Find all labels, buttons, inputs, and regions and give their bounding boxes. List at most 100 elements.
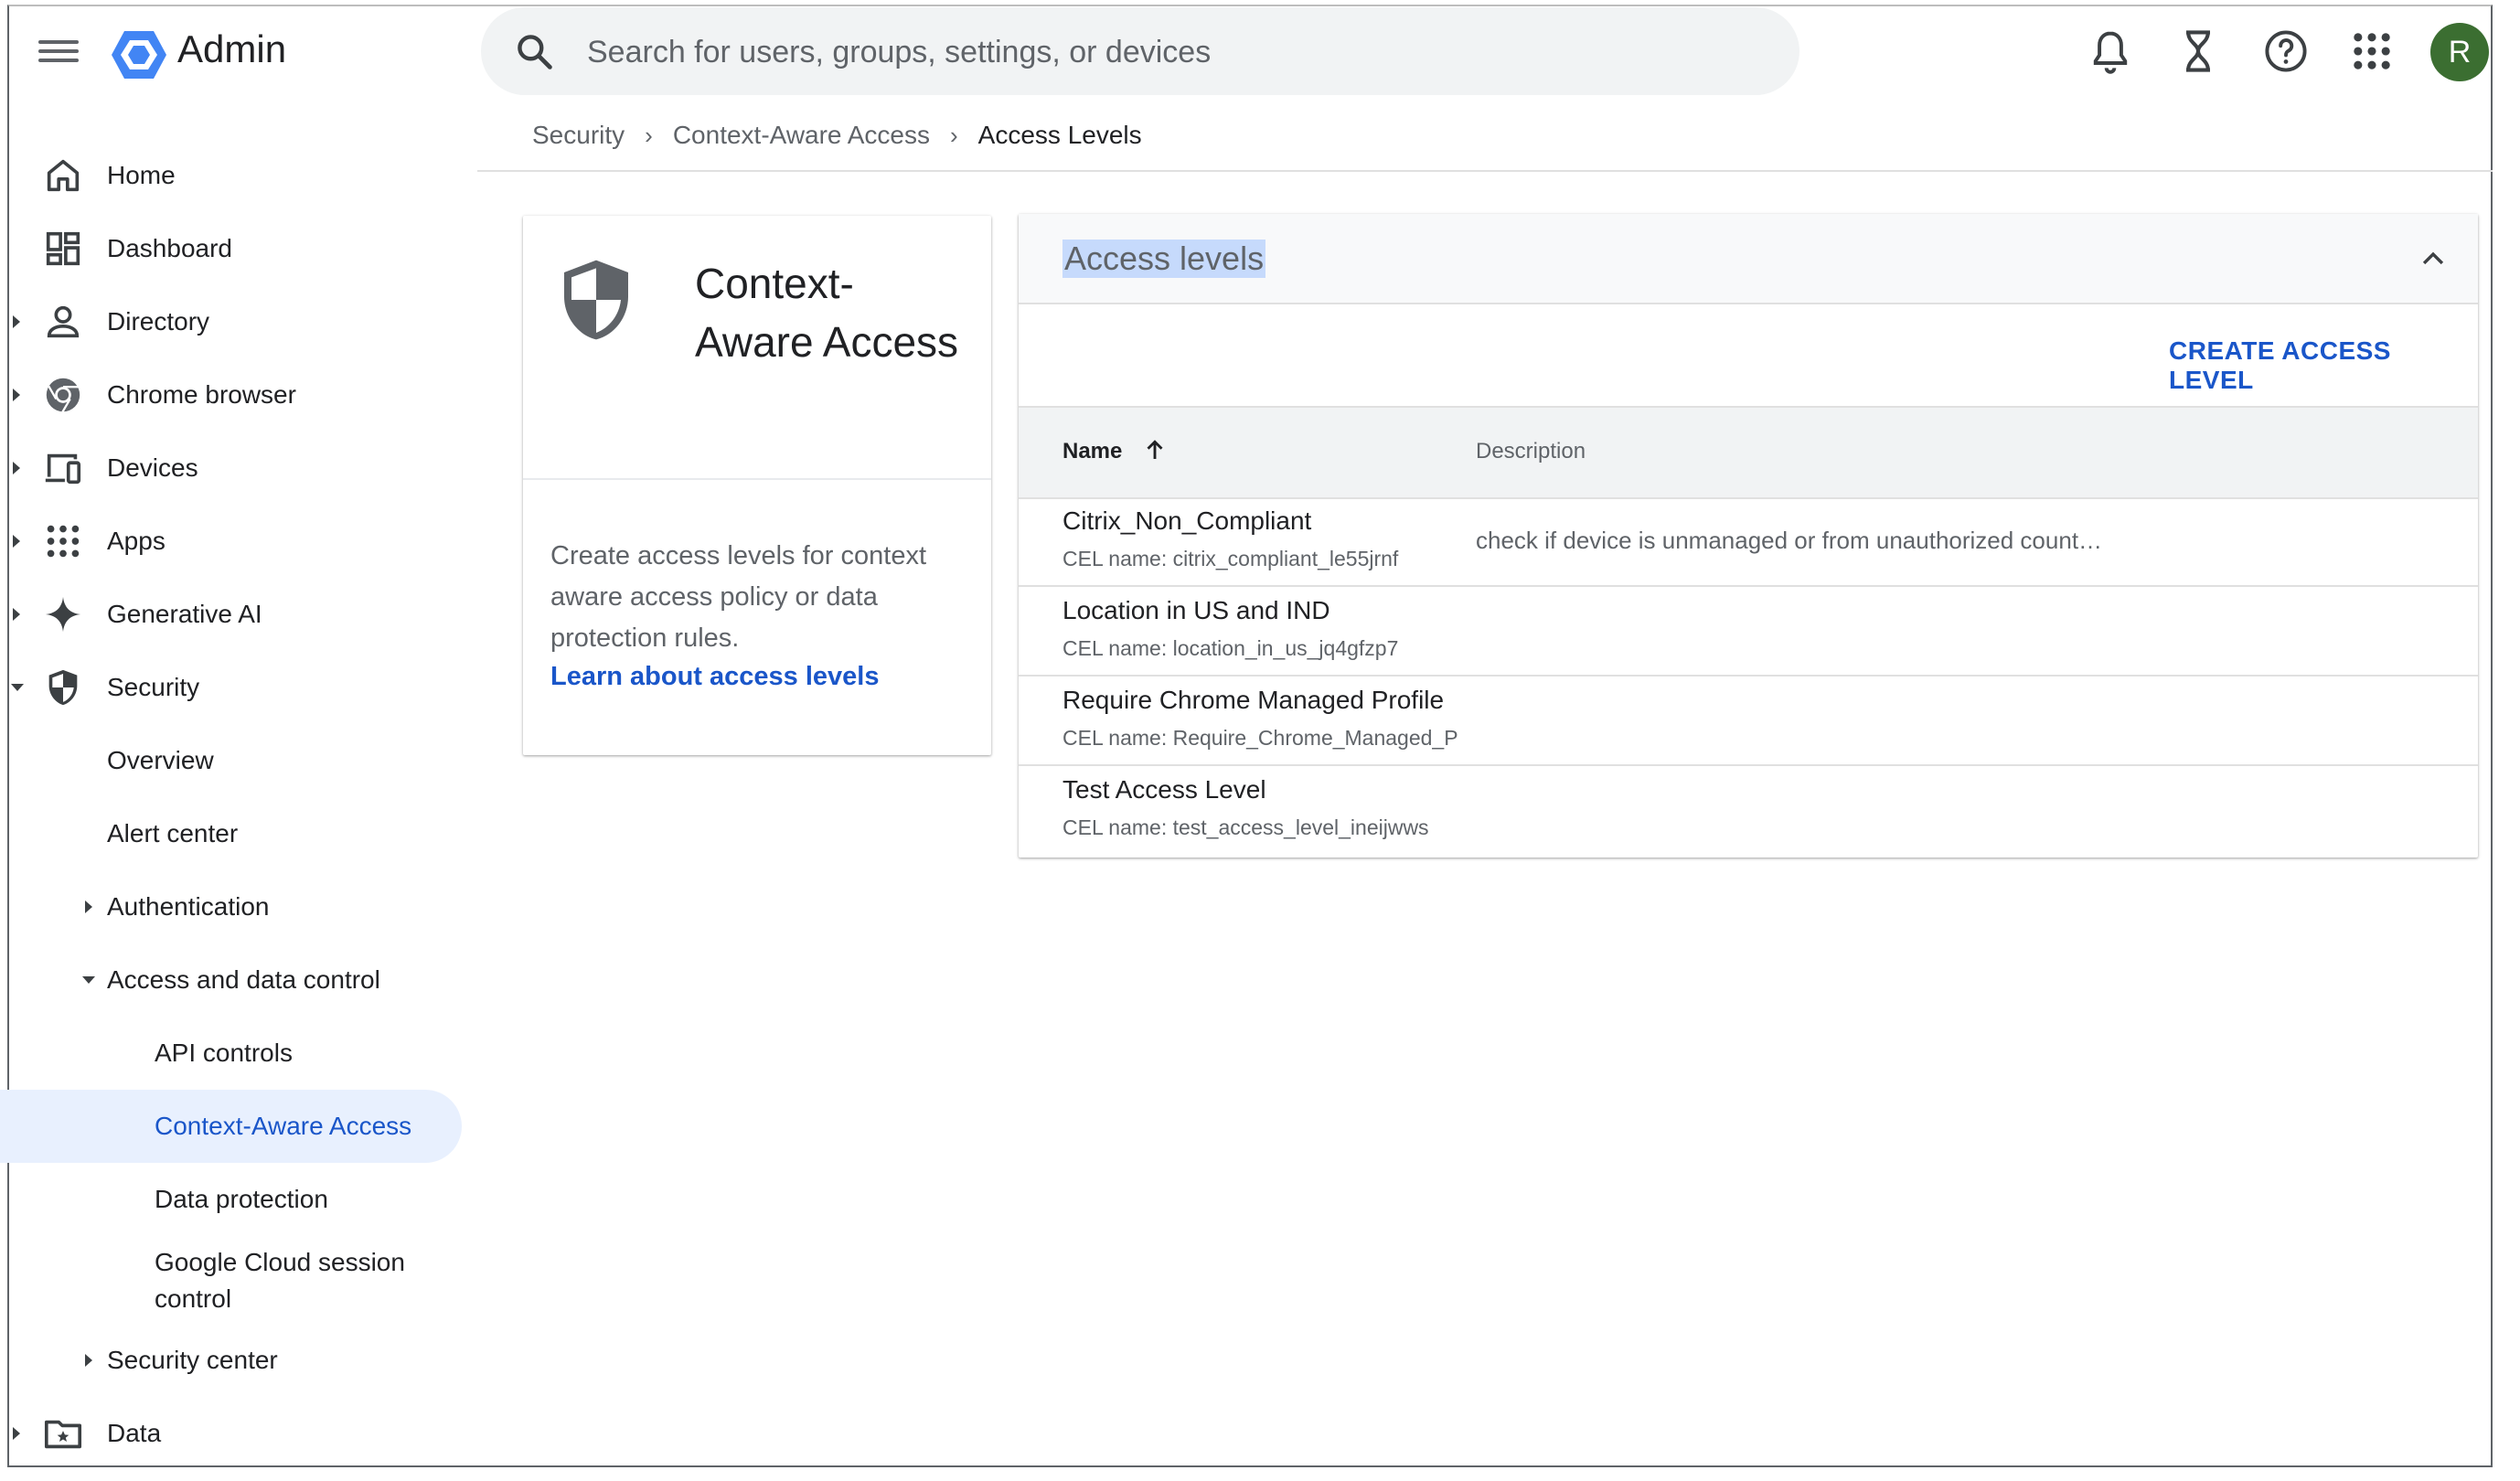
column-header-name[interactable]: Name <box>1062 439 1122 464</box>
sidebar-item-label: Apps <box>107 527 166 555</box>
chevron-right-icon: › <box>645 121 653 149</box>
search-bar[interactable] <box>481 7 1799 97</box>
sidebar-item-label: Home <box>107 161 176 189</box>
access-levels-title: Access levels <box>1062 240 1266 278</box>
access-level-cel-name: CEL name: citrix_compliant_le55jrnf <box>1062 547 1399 570</box>
sidebar-item-alert-center[interactable]: Alert center <box>9 802 457 866</box>
create-access-level-button[interactable]: CREATE ACCESS LEVEL <box>2169 336 2478 395</box>
sidebar-item-google-cloud-session-control[interactable]: Google Cloud session control <box>9 1241 457 1317</box>
sparkle-icon <box>45 596 81 633</box>
access-level-cel-name: CEL name: Require_Chrome_Managed_P <box>1062 726 1458 750</box>
admin-logo-icon[interactable] <box>110 27 168 82</box>
sidebar-item-security[interactable]: Security <box>9 655 457 719</box>
sidebar-item-label: Chrome browser <box>107 380 296 409</box>
sidebar-item-label: Data protection <box>155 1185 328 1213</box>
sidebar-item-label: Dashboard <box>107 234 232 262</box>
expand-caret-icon[interactable] <box>13 1427 20 1440</box>
access-levels-header[interactable]: Access levels <box>1019 214 2478 304</box>
info-card-description: Create access levels for context aware a… <box>550 541 927 653</box>
sidebar-item-label: Alert center <box>107 819 239 847</box>
sidebar-item-label: Directory <box>107 307 210 336</box>
access-level-name: Location in US and IND <box>1062 596 1330 624</box>
expand-caret-icon[interactable] <box>13 389 20 401</box>
access-level-name: Test Access Level <box>1062 775 1266 804</box>
header-divider <box>477 170 2493 172</box>
table-row[interactable]: Require Chrome Managed Profile CEL name:… <box>1019 675 2478 766</box>
access-level-name: Require Chrome Managed Profile <box>1062 686 1445 714</box>
sidebar-item-label: Authentication <box>107 892 270 921</box>
home-icon <box>47 159 80 192</box>
notifications-bell-icon[interactable] <box>2087 27 2134 75</box>
search-input[interactable] <box>585 7 1759 97</box>
chevron-up-icon[interactable] <box>2418 243 2449 274</box>
sidebar-item-context-aware-access[interactable]: Context-Aware Access <box>0 1090 462 1163</box>
access-level-name: Citrix_Non_Compliant <box>1062 506 1312 535</box>
breadcrumb-security[interactable]: Security <box>532 121 625 150</box>
person-icon <box>47 305 80 338</box>
sidebar-item-data[interactable]: Data <box>9 1401 457 1465</box>
main-menu-icon[interactable] <box>35 35 82 71</box>
table-row[interactable]: Test Access Level CEL name: test_access_… <box>1019 764 2478 854</box>
access-level-description: check if device is unmanaged or from una… <box>1476 527 2103 554</box>
breadcrumb-context-aware-access[interactable]: Context-Aware Access <box>673 121 930 150</box>
shield-icon <box>48 669 78 706</box>
collapse-caret-icon[interactable] <box>82 976 95 984</box>
sidebar-item-devices[interactable]: Devices <box>9 436 457 500</box>
access-level-cel-name: CEL name: location_in_us_jq4gfzp7 <box>1062 636 1399 660</box>
access-levels-card: Access levels CREATE ACCESS LEVEL Name D… <box>1019 214 2478 858</box>
sidebar-item-label: Devices <box>107 453 198 482</box>
breadcrumb: Security › Context-Aware Access › Access… <box>532 121 1142 150</box>
info-card-title: Context-Aware Access <box>695 260 959 366</box>
sidebar-item-label: Access and data control <box>107 965 380 994</box>
expand-caret-icon[interactable] <box>13 608 20 621</box>
hourglass-tasks-icon[interactable] <box>2174 27 2222 75</box>
apps-grid-icon[interactable] <box>2348 27 2396 75</box>
shield-icon <box>564 260 628 340</box>
expand-caret-icon[interactable] <box>85 1354 92 1367</box>
expand-caret-icon[interactable] <box>13 535 20 548</box>
sidebar-item-label: Google Cloud session control <box>155 1248 405 1313</box>
table-row[interactable]: Location in US and IND CEL name: locatio… <box>1019 585 2478 677</box>
sidebar-item-overview[interactable]: Overview <box>9 729 457 793</box>
access-level-cel-name: CEL name: test_access_level_ineijwws <box>1062 815 1429 839</box>
expand-caret-icon[interactable] <box>85 900 92 913</box>
sidebar-item-directory[interactable]: Directory <box>9 290 457 354</box>
dashboard-icon <box>46 231 80 266</box>
sidebar-item-api-controls[interactable]: API controls <box>9 1021 457 1085</box>
sidebar-item-generative-ai[interactable]: Generative AI <box>9 582 457 646</box>
top-bar: Admin R <box>0 0 2520 105</box>
help-icon[interactable] <box>2262 27 2310 75</box>
sidebar-item-label: Data <box>107 1419 162 1447</box>
sidebar-item-home[interactable]: Home <box>9 144 457 208</box>
sidebar-item-label: API controls <box>155 1039 293 1067</box>
expand-caret-icon[interactable] <box>13 315 20 328</box>
sidebar-item-label: Security <box>107 673 200 701</box>
sidebar-item-chrome-browser[interactable]: Chrome browser <box>9 363 457 427</box>
sidebar-item-security-center[interactable]: Security center <box>9 1328 457 1392</box>
learn-about-access-levels-link[interactable]: Learn about access levels <box>550 662 879 692</box>
search-icon <box>518 35 552 69</box>
avatar[interactable]: R <box>2430 23 2489 81</box>
sidebar-item-dashboard[interactable]: Dashboard <box>9 217 457 281</box>
info-card: Context-Aware Access Create access level… <box>523 216 991 755</box>
chevron-right-icon: › <box>950 121 958 149</box>
sidebar-item-label: Generative AI <box>107 600 262 628</box>
sort-ascending-arrow-icon[interactable] <box>1141 435 1169 464</box>
expand-caret-icon[interactable] <box>13 462 20 474</box>
table-header: Name Description <box>1019 406 2478 499</box>
app-name[interactable]: Admin <box>177 27 286 71</box>
column-header-description: Description <box>1476 439 1586 463</box>
sidebar-item-data-protection[interactable]: Data protection <box>9 1167 457 1231</box>
table-row[interactable]: Citrix_Non_Compliant CEL name: citrix_co… <box>1019 495 2478 587</box>
devices-icon <box>45 453 81 485</box>
breadcrumb-access-levels: Access Levels <box>977 121 1142 149</box>
divider <box>523 478 991 480</box>
sidebar-item-authentication[interactable]: Authentication <box>9 875 457 939</box>
sidebar-item-access-and-data-control[interactable]: Access and data control <box>9 948 457 1012</box>
sidebar-item-label: Security center <box>107 1346 278 1374</box>
apps-grid-icon <box>47 525 80 558</box>
sidebar-item-apps[interactable]: Apps <box>9 509 457 573</box>
folder-star-icon <box>44 1420 82 1449</box>
sidebar-item-label: Context-Aware Access <box>155 1112 412 1140</box>
collapse-caret-icon[interactable] <box>11 684 24 691</box>
